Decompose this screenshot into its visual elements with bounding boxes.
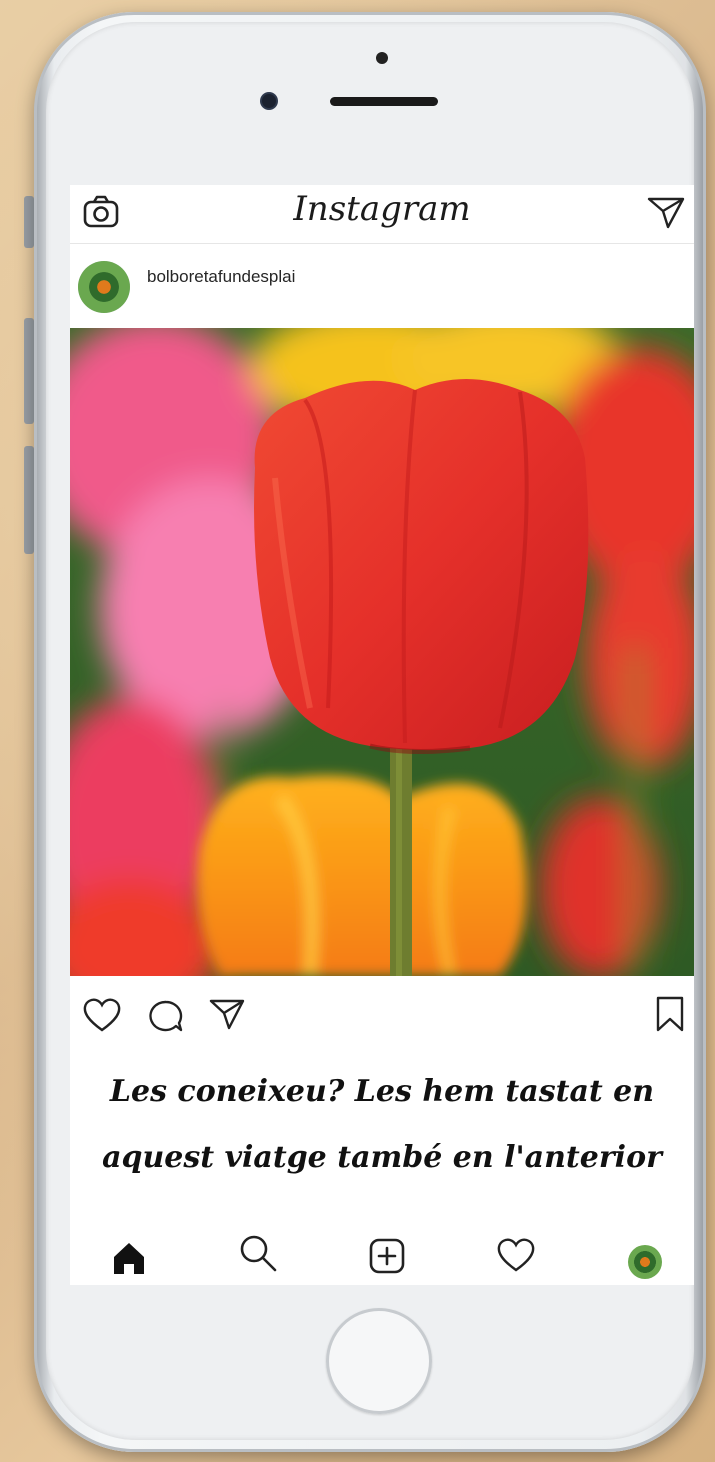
bottom-nav [70,1227,694,1285]
share-icon[interactable] [208,997,246,1036]
front-camera [262,94,276,108]
volume-down-button [24,446,34,554]
heart-icon[interactable] [82,997,122,1038]
home-button [326,1308,432,1414]
username[interactable]: bolboretafundesplai [147,267,295,287]
earpiece-speaker [330,97,438,106]
app-title: Instagram [293,189,471,229]
search-icon[interactable] [238,1233,278,1278]
profile-avatar[interactable] [628,1245,662,1279]
avatar[interactable] [78,261,130,313]
comment-icon[interactable] [148,999,184,1038]
activity-heart-icon[interactable] [496,1237,536,1278]
post-header: bolboretafundesplai [70,247,694,327]
post-photo[interactable] [70,303,694,1018]
mute-switch [24,196,34,248]
post-caption: Les coneixeu? Les hem tastat en aquest v… [80,1059,684,1191]
send-icon[interactable] [646,195,686,234]
volume-up-button [24,318,34,424]
post-actions [70,987,694,1043]
instagram-screen: Instagram bolboretafundesplai Les coneix… [70,185,694,1285]
top-bar: Instagram [70,185,694,244]
add-post-icon[interactable] [368,1237,406,1280]
caption-line-2: aquest viatge també en l'anterior [102,1140,662,1175]
home-icon[interactable] [110,1239,148,1282]
proximity-sensor [376,52,388,64]
bookmark-icon[interactable] [654,995,686,1038]
caption-line-1: Les coneixeu? Les hem tastat en [109,1074,655,1109]
